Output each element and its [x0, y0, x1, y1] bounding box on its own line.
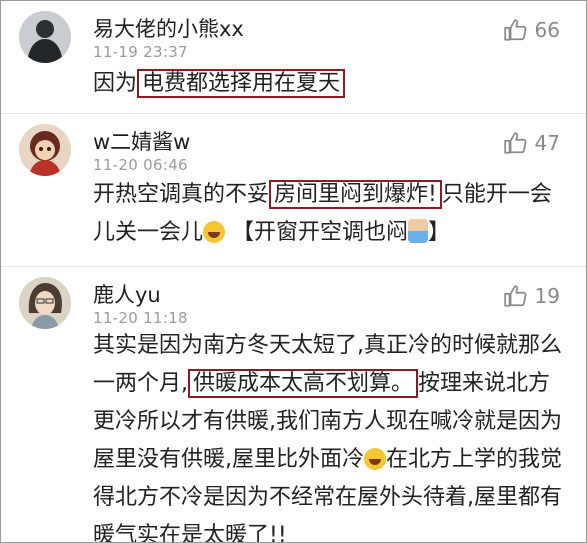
highlighted-text: 供暖成本太高不划算。	[188, 369, 419, 398]
comment-text-part: 开热空调真的不妥	[93, 182, 270, 207]
like-button[interactable]: 19	[503, 283, 560, 309]
comment-time: 11-20 06:46	[93, 156, 188, 174]
user-avatar[interactable]	[19, 124, 71, 176]
thumbs-up-icon	[503, 132, 526, 154]
like-count: 66	[534, 18, 560, 42]
comment-text-part: 【开窗开空调也闷	[232, 220, 409, 245]
thumbs-up-icon	[503, 19, 526, 41]
highlighted-text: 电费都选择用在夏天	[137, 69, 346, 98]
like-count: 19	[534, 284, 560, 308]
comment-text: 因为 电费都选择用在夏天	[93, 65, 568, 103]
laughing-crying-emoji-icon	[203, 221, 226, 243]
comment-list: 易大佬的小熊xx 11-19 23:37 66 因为 电费都选择用在夏天 w二婧酱…	[0, 0, 587, 543]
comment-item: 鹿人yu 11-20 11:18 19 其实是因为南方冬天太短了,真正冷的时候就…	[1, 266, 586, 542]
highlighted-text: 房间里闷到爆炸!	[269, 180, 442, 209]
sobbing-emoji-icon	[408, 219, 429, 243]
username[interactable]: 易大佬的小熊xx	[93, 13, 244, 43]
thumbs-up-icon	[503, 285, 526, 307]
girl-avatar-icon	[19, 277, 71, 329]
username[interactable]: w二婧酱w	[93, 126, 190, 156]
like-count: 47	[534, 131, 560, 155]
comment-time: 11-20 11:18	[93, 309, 188, 327]
comment-item: 易大佬的小熊xx 11-19 23:37 66 因为 电费都选择用在夏天	[1, 1, 586, 113]
comment-time: 11-19 23:37	[93, 43, 188, 61]
comment-item: w二婧酱w 11-20 06:46 47 开热空调真的不妥 房间里闷到爆炸! 只能开…	[1, 113, 586, 266]
laughing-crying-emoji-icon	[364, 448, 386, 470]
comment-text: 其实是因为南方冬天太短了,真正冷的时候就那么一两个月, 供暖成本太高不划算。 按理来…	[93, 327, 568, 542]
doll-avatar-icon	[19, 124, 71, 176]
comment-text-part: 因为	[93, 71, 138, 96]
like-button[interactable]: 47	[503, 130, 560, 156]
user-avatar[interactable]	[19, 277, 71, 329]
like-button[interactable]: 66	[503, 17, 560, 43]
comment-text: 开热空调真的不妥 房间里闷到爆炸! 只能开一会儿关一会儿 【开窗开空调也闷】	[93, 180, 552, 245]
dark-silhouette-avatar-icon	[19, 11, 71, 63]
user-avatar[interactable]	[19, 11, 71, 63]
username[interactable]: 鹿人yu	[93, 279, 161, 309]
